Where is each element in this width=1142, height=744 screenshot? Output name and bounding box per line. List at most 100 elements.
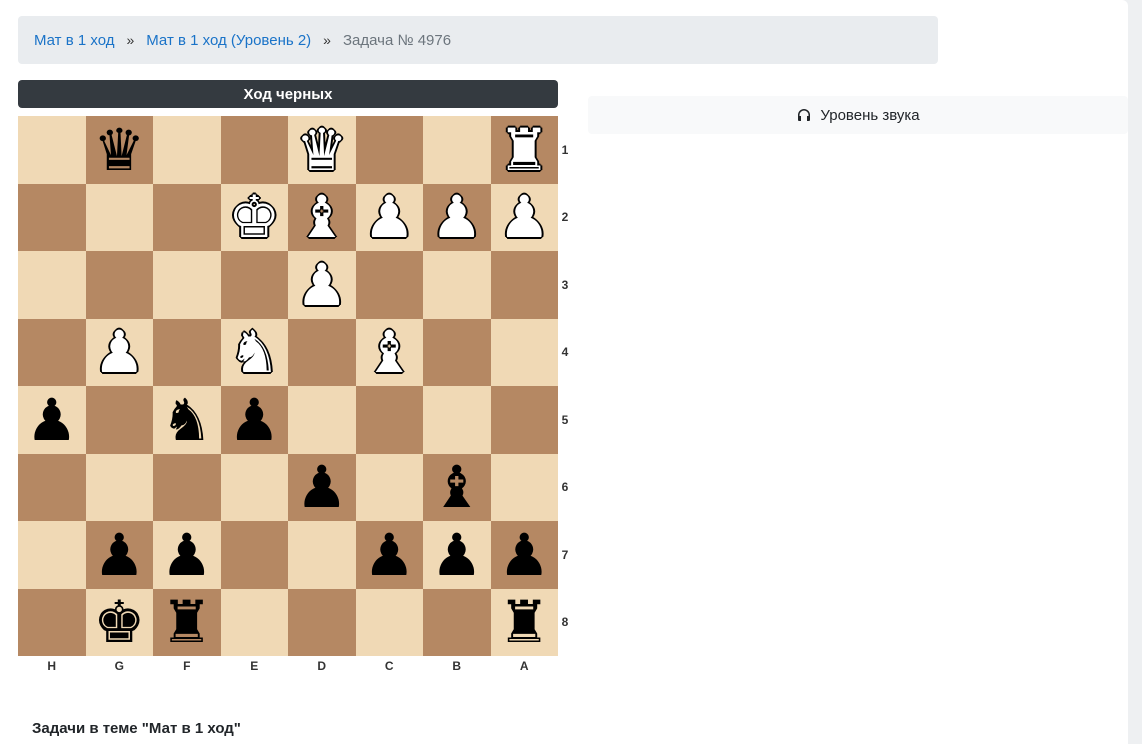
board-square-e8[interactable] bbox=[220, 588, 288, 656]
board-square-a3[interactable] bbox=[490, 251, 558, 319]
white-pawn-piece[interactable]: ♟ bbox=[498, 188, 550, 246]
board-square-e6[interactable] bbox=[220, 453, 288, 521]
board-square-a5[interactable] bbox=[490, 386, 558, 454]
board-square-a1[interactable]: ♜ bbox=[490, 116, 558, 184]
board-square-d6[interactable]: ♟ bbox=[288, 453, 356, 521]
black-pawn-piece[interactable]: ♟ bbox=[498, 526, 550, 584]
board-square-g4[interactable]: ♟ bbox=[85, 318, 153, 386]
board-square-g6[interactable] bbox=[85, 453, 153, 521]
breadcrumb-link-mate-in-1[interactable]: Мат в 1 ход bbox=[34, 32, 114, 49]
board-square-g5[interactable] bbox=[85, 386, 153, 454]
board-square-a4[interactable] bbox=[490, 318, 558, 386]
black-pawn-piece[interactable]: ♟ bbox=[363, 526, 415, 584]
board-square-d5[interactable] bbox=[288, 386, 356, 454]
file-label: H bbox=[47, 659, 57, 673]
board-square-b1[interactable] bbox=[423, 116, 491, 184]
rank-labels: 1 2 3 4 5 6 7 8 bbox=[558, 116, 572, 656]
board-square-g3[interactable] bbox=[85, 251, 153, 319]
board-square-b7[interactable]: ♟ bbox=[423, 521, 491, 589]
board-square-d3[interactable]: ♟ bbox=[288, 251, 356, 319]
black-bishop-piece[interactable]: ♝ bbox=[431, 458, 483, 516]
board-square-f6[interactable] bbox=[153, 453, 221, 521]
board-square-c3[interactable] bbox=[355, 251, 423, 319]
white-pawn-piece[interactable]: ♟ bbox=[431, 188, 483, 246]
board-square-d7[interactable] bbox=[288, 521, 356, 589]
board-square-c8[interactable] bbox=[355, 588, 423, 656]
breadcrumb-link-level-2[interactable]: Мат в 1 ход (Уровень 2) bbox=[146, 32, 311, 49]
file-label: D bbox=[317, 659, 327, 673]
board-square-d4[interactable] bbox=[288, 318, 356, 386]
black-pawn-piece[interactable]: ♟ bbox=[228, 391, 280, 449]
board-square-a2[interactable]: ♟ bbox=[490, 183, 558, 251]
board-square-g2[interactable] bbox=[85, 183, 153, 251]
board-square-e3[interactable] bbox=[220, 251, 288, 319]
board-square-e7[interactable] bbox=[220, 521, 288, 589]
black-pawn-piece[interactable]: ♟ bbox=[93, 526, 145, 584]
board-square-f2[interactable] bbox=[153, 183, 221, 251]
sound-level-button[interactable]: Уровень звука bbox=[588, 96, 1128, 134]
board-square-f8[interactable]: ♜ bbox=[153, 588, 221, 656]
board-square-c1[interactable] bbox=[355, 116, 423, 184]
black-rook-piece[interactable]: ♜ bbox=[498, 593, 550, 651]
board-square-g1[interactable]: ♛ bbox=[85, 116, 153, 184]
white-bishop-piece[interactable]: ♝ bbox=[296, 188, 348, 246]
board-square-e2[interactable]: ♚ bbox=[220, 183, 288, 251]
turn-indicator: Ход черных bbox=[18, 80, 558, 108]
board-square-c5[interactable] bbox=[355, 386, 423, 454]
black-pawn-piece[interactable]: ♟ bbox=[161, 526, 213, 584]
headphones-icon bbox=[798, 109, 811, 121]
board-square-e5[interactable]: ♟ bbox=[220, 386, 288, 454]
black-pawn-piece[interactable]: ♟ bbox=[296, 458, 348, 516]
board-square-h3[interactable] bbox=[18, 251, 86, 319]
white-pawn-piece[interactable]: ♟ bbox=[296, 256, 348, 314]
board-square-h7[interactable] bbox=[18, 521, 86, 589]
board-square-f1[interactable] bbox=[153, 116, 221, 184]
white-pawn-piece[interactable]: ♟ bbox=[93, 323, 145, 381]
board-square-f7[interactable]: ♟ bbox=[153, 521, 221, 589]
white-bishop-piece[interactable]: ♝ bbox=[363, 323, 415, 381]
board-square-h1[interactable] bbox=[18, 116, 86, 184]
black-rook-piece[interactable]: ♜ bbox=[161, 593, 213, 651]
board-square-h2[interactable] bbox=[18, 183, 86, 251]
board-square-b6[interactable]: ♝ bbox=[423, 453, 491, 521]
black-king-piece[interactable]: ♚ bbox=[93, 593, 145, 651]
white-queen-piece[interactable]: ♛ bbox=[296, 121, 348, 179]
board-square-f3[interactable] bbox=[153, 251, 221, 319]
black-knight-piece[interactable]: ♞ bbox=[161, 391, 213, 449]
board-square-e4[interactable]: ♞ bbox=[220, 318, 288, 386]
black-pawn-piece[interactable]: ♟ bbox=[431, 526, 483, 584]
board-square-e1[interactable] bbox=[220, 116, 288, 184]
board-square-h4[interactable] bbox=[18, 318, 86, 386]
board-square-d8[interactable] bbox=[288, 588, 356, 656]
board-square-g8[interactable]: ♚ bbox=[85, 588, 153, 656]
rank-label: 4 bbox=[561, 345, 569, 360]
board-square-b8[interactable] bbox=[423, 588, 491, 656]
board-square-h6[interactable] bbox=[18, 453, 86, 521]
white-king-piece[interactable]: ♚ bbox=[228, 188, 280, 246]
board-square-c4[interactable]: ♝ bbox=[355, 318, 423, 386]
white-knight-piece[interactable]: ♞ bbox=[228, 323, 280, 381]
rank-label: 1 bbox=[561, 142, 569, 157]
board-square-a7[interactable]: ♟ bbox=[490, 521, 558, 589]
board-square-c6[interactable] bbox=[355, 453, 423, 521]
black-queen-piece[interactable]: ♛ bbox=[93, 121, 145, 179]
board-square-c2[interactable]: ♟ bbox=[355, 183, 423, 251]
board-square-f5[interactable]: ♞ bbox=[153, 386, 221, 454]
board-square-b2[interactable]: ♟ bbox=[423, 183, 491, 251]
board-square-f4[interactable] bbox=[153, 318, 221, 386]
chess-board[interactable]: ♛ ♛ ♜ ♚ ♝ ♟ ♟ ♟ ♟ ♟ ♞ ♝ ♟ ♞ ♟ ♟ ♝ ♟ ♟ ♟ ♟ ♟ ♚ ♜ ♜ bbox=[18, 116, 558, 656]
board-square-d1[interactable]: ♛ bbox=[288, 116, 356, 184]
board-square-b5[interactable] bbox=[423, 386, 491, 454]
white-rook-piece[interactable]: ♜ bbox=[498, 121, 550, 179]
board-square-g7[interactable]: ♟ bbox=[85, 521, 153, 589]
board-square-b3[interactable] bbox=[423, 251, 491, 319]
board-square-c7[interactable]: ♟ bbox=[355, 521, 423, 589]
board-square-h8[interactable] bbox=[18, 588, 86, 656]
black-pawn-piece[interactable]: ♟ bbox=[26, 391, 78, 449]
board-square-a8[interactable]: ♜ bbox=[490, 588, 558, 656]
white-pawn-piece[interactable]: ♟ bbox=[363, 188, 415, 246]
board-square-d2[interactable]: ♝ bbox=[288, 183, 356, 251]
board-square-b4[interactable] bbox=[423, 318, 491, 386]
board-square-h5[interactable]: ♟ bbox=[18, 386, 86, 454]
board-square-a6[interactable] bbox=[490, 453, 558, 521]
